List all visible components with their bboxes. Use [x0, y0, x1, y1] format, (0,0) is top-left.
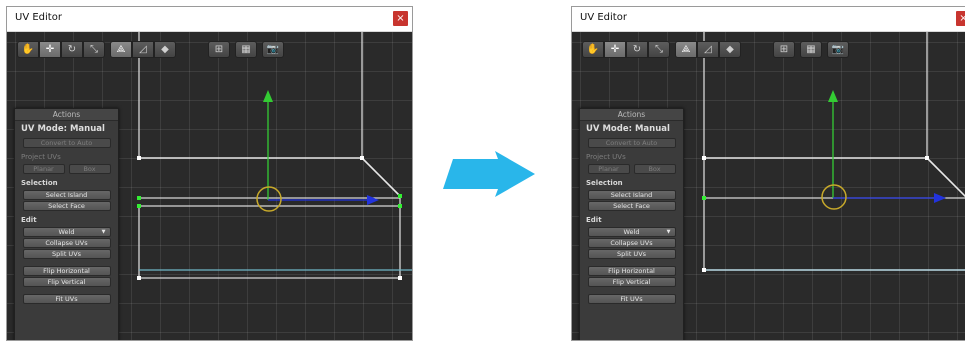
selected-vertex	[398, 204, 402, 208]
uv-vertex	[137, 156, 141, 160]
edge-select-icon[interactable]: ◿	[697, 41, 719, 58]
move-icon[interactable]: ✛	[604, 41, 626, 58]
y-axis-arrowhead	[263, 90, 273, 102]
flip-vertical-button[interactable]: Flip Vertical	[587, 277, 676, 287]
uv-editor-window-before: UV Editor × ✋ ✛ ↻ ⤡ ⟁ ◿ ◆ ⊞ ▦ 📷 Actions …	[6, 6, 413, 341]
window-title: UV Editor	[580, 12, 627, 23]
flip-vertical-button[interactable]: Flip Vertical	[22, 277, 111, 287]
project-uvs-label: Project UVs	[586, 153, 626, 161]
edit-label: Edit	[21, 216, 37, 224]
uv-vertex	[702, 268, 706, 272]
uv-grid-icon[interactable]: ⊞	[208, 41, 230, 58]
planar-button[interactable]: Planar	[22, 164, 65, 174]
select-island-button[interactable]: Select Island	[587, 190, 676, 200]
uv-vertex	[360, 156, 364, 160]
camera-icon[interactable]: 📷	[262, 41, 284, 58]
uv-edge	[926, 157, 965, 198]
uv-vertex	[137, 276, 141, 280]
camera-icon[interactable]: 📷	[827, 41, 849, 58]
flip-horizontal-button[interactable]: Flip Horizontal	[587, 266, 676, 276]
uv-vertex	[925, 156, 929, 160]
edge-select-icon[interactable]: ◿	[132, 41, 154, 58]
chevron-down-icon: ▼	[101, 229, 106, 235]
window-title: UV Editor	[15, 12, 62, 23]
actions-panel: Actions UV Mode: Manual Convert to Auto …	[14, 108, 119, 340]
selected-vertex	[398, 194, 402, 198]
fit-uvs-button[interactable]: Fit UVs	[22, 294, 111, 304]
actions-panel-header[interactable]: Actions	[580, 109, 683, 121]
uv-editor-window-after: UV Editor × ✋ ✛ ↻ ⤡ ⟁	[571, 6, 965, 341]
pivot-circle	[256, 186, 282, 212]
select-face-button[interactable]: Select Face	[22, 201, 111, 211]
close-button[interactable]: ×	[393, 11, 408, 26]
weld-label: Weld	[58, 228, 75, 236]
actions-panel-header[interactable]: Actions	[15, 109, 118, 121]
selected-vertex	[702, 196, 706, 200]
scale-icon[interactable]: ⤡	[648, 41, 670, 58]
uv-edge	[361, 157, 401, 197]
actions-panel: Actions UV Mode: Manual Convert to Auto …	[579, 108, 684, 340]
uv-vertex	[398, 276, 402, 280]
weld-dropdown[interactable]: Weld ▼	[22, 227, 111, 237]
select-island-button[interactable]: Select Island	[22, 190, 111, 200]
hand-icon[interactable]: ✋	[582, 41, 604, 58]
chevron-down-icon: ▼	[666, 229, 671, 235]
hand-icon[interactable]: ✋	[17, 41, 39, 58]
collapse-uvs-button[interactable]: Collapse UVs	[587, 238, 676, 248]
title-bar[interactable]: UV Editor ×	[7, 7, 412, 32]
fit-uvs-button[interactable]: Fit UVs	[587, 294, 676, 304]
title-bar[interactable]: UV Editor ×	[572, 7, 965, 32]
tool-toolbar: ✋ ✛ ↻ ⤡ ⟁ ◿ ◆ ⊞ ▦ 📷	[17, 41, 284, 58]
texture-icon[interactable]: ▦	[235, 41, 257, 58]
close-button[interactable]: ×	[956, 11, 965, 26]
split-uvs-button[interactable]: Split UVs	[22, 249, 111, 259]
weld-label: Weld	[623, 228, 640, 236]
planar-button[interactable]: Planar	[587, 164, 630, 174]
uv-mode-label: UV Mode: Manual	[21, 124, 105, 134]
rotate-icon[interactable]: ↻	[61, 41, 83, 58]
convert-to-auto-button[interactable]: Convert to Auto	[22, 138, 111, 148]
tool-toolbar: ✋ ✛ ↻ ⤡ ⟁ ◿ ◆ ⊞ ▦ 📷	[582, 41, 849, 58]
face-select-icon[interactable]: ◆	[154, 41, 176, 58]
uv-viewport[interactable]: ✋ ✛ ↻ ⤡ ⟁ ◿ ◆ ⊞ ▦ 📷 Actions UV Mode: Man…	[572, 32, 965, 340]
convert-to-auto-button[interactable]: Convert to Auto	[587, 138, 676, 148]
pivot-circle	[821, 184, 847, 210]
project-uvs-label: Project UVs	[21, 153, 61, 161]
texture-icon[interactable]: ▦	[800, 41, 822, 58]
split-uvs-button[interactable]: Split UVs	[587, 249, 676, 259]
edit-label: Edit	[586, 216, 602, 224]
uv-vertex	[702, 156, 706, 160]
collapse-uvs-button[interactable]: Collapse UVs	[22, 238, 111, 248]
selection-label: Selection	[586, 179, 623, 187]
y-axis-arrowhead	[828, 90, 838, 102]
face-select-icon[interactable]: ◆	[719, 41, 741, 58]
box-button[interactable]: Box	[68, 164, 111, 174]
selection-label: Selection	[21, 179, 58, 187]
rotate-icon[interactable]: ↻	[626, 41, 648, 58]
vertex-select-icon[interactable]: ⟁	[110, 41, 132, 58]
vertex-select-icon[interactable]: ⟁	[675, 41, 697, 58]
uv-mode-label: UV Mode: Manual	[586, 124, 670, 134]
uv-viewport[interactable]: ✋ ✛ ↻ ⤡ ⟁ ◿ ◆ ⊞ ▦ 📷 Actions UV Mode: Man…	[7, 32, 412, 340]
flip-horizontal-button[interactable]: Flip Horizontal	[22, 266, 111, 276]
x-axis-arrowhead	[367, 195, 379, 205]
scale-icon[interactable]: ⤡	[83, 41, 105, 58]
weld-dropdown[interactable]: Weld ▼	[587, 227, 676, 237]
move-icon[interactable]: ✛	[39, 41, 61, 58]
selected-vertex	[137, 196, 141, 200]
x-axis-arrowhead	[934, 193, 946, 203]
box-button[interactable]: Box	[633, 164, 676, 174]
transition-arrow-icon	[443, 151, 535, 197]
select-face-button[interactable]: Select Face	[587, 201, 676, 211]
selected-vertex	[137, 204, 141, 208]
uv-grid-icon[interactable]: ⊞	[773, 41, 795, 58]
